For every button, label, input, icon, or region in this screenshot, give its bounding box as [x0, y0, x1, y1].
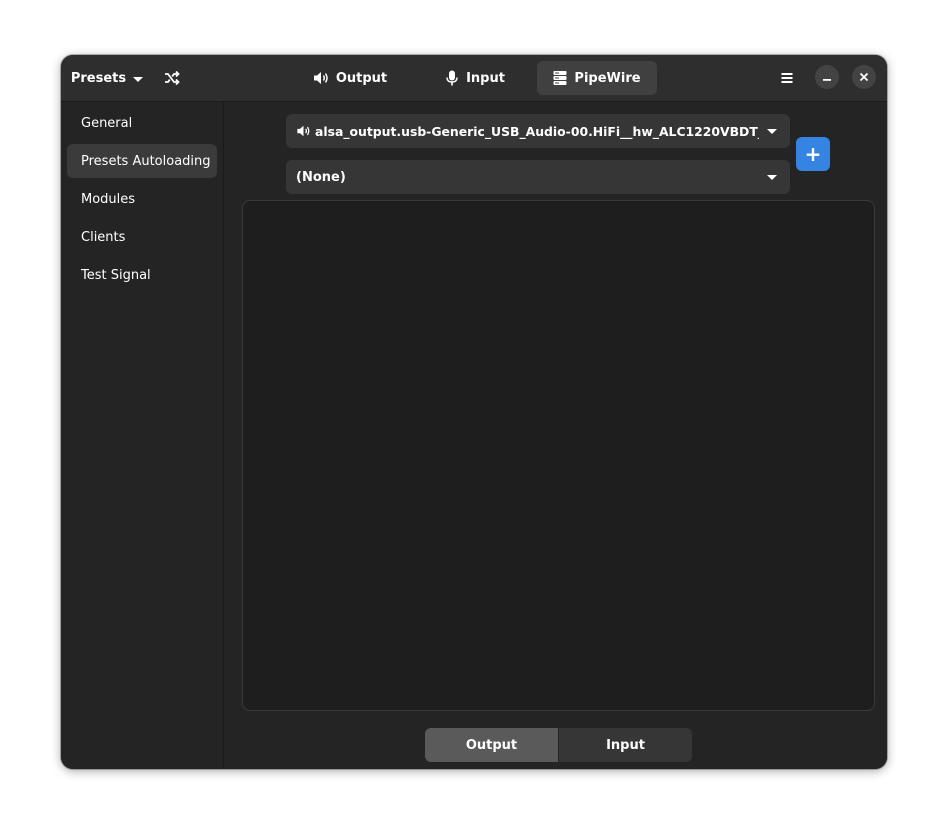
switcher-input-label: Input	[606, 737, 645, 753]
speaker-icon	[297, 125, 310, 137]
chevron-down-icon	[767, 174, 777, 180]
minimize-button[interactable]	[815, 65, 839, 89]
presets-menu-button[interactable]: Presets	[69, 62, 145, 94]
sidebar-item-modules[interactable]: Modules	[67, 182, 217, 216]
chevron-down-icon	[133, 76, 144, 82]
switcher-input-button[interactable]: Input	[559, 728, 692, 762]
sidebar-item-test-signal[interactable]: Test Signal	[67, 258, 217, 292]
presets-label: Presets	[70, 70, 127, 86]
tab-pipewire[interactable]: PipeWire	[537, 61, 657, 95]
sidebar-item-label: Presets Autoloading	[81, 153, 211, 169]
autoload-list[interactable]	[242, 200, 875, 711]
preset-dropdown-value: (None)	[296, 169, 346, 185]
sidebar-item-label: Modules	[81, 191, 136, 207]
bypass-toggle-button[interactable]	[156, 62, 188, 94]
menu-icon	[781, 73, 793, 83]
switcher-output-label: Output	[465, 737, 518, 753]
header-bar: Presets Output Input PipeWire	[61, 55, 887, 102]
tab-input-label: Input	[466, 70, 505, 86]
device-dropdown[interactable]: alsa_output.usb-Generic_USB_Audio-00.HiF…	[286, 114, 790, 148]
microphone-icon	[446, 70, 458, 86]
main-menu-button[interactable]	[773, 62, 801, 94]
tab-output-label: Output	[335, 70, 388, 86]
preset-dropdown[interactable]: (None)	[286, 160, 790, 194]
chevron-down-icon	[767, 128, 777, 134]
tab-input[interactable]: Input	[435, 62, 515, 94]
tab-output[interactable]: Output	[305, 62, 395, 94]
sidebar-item-presets-autoloading[interactable]: Presets Autoloading	[67, 144, 217, 178]
switcher-output-button[interactable]: Output	[425, 728, 558, 762]
device-type-switcher: Output Input	[425, 728, 692, 762]
sidebar-item-label: General	[81, 115, 133, 131]
sidebar-item-label: Clients	[81, 229, 126, 245]
tab-pipewire-label: PipeWire	[574, 70, 641, 86]
close-icon	[859, 72, 869, 82]
sidebar-item-label: Test Signal	[81, 267, 151, 283]
app-window: Presets Output Input PipeWire General Pr…	[61, 55, 887, 769]
minimize-icon	[823, 79, 831, 81]
add-autoload-button[interactable]: +	[796, 137, 830, 171]
close-button[interactable]	[852, 65, 876, 89]
main-content: alsa_output.usb-Generic_USB_Audio-00.HiF…	[224, 102, 887, 769]
sidebar: General Presets Autoloading Modules Clie…	[61, 102, 224, 769]
plus-icon: +	[804, 142, 822, 166]
server-icon	[553, 71, 567, 85]
sidebar-item-clients[interactable]: Clients	[67, 220, 217, 254]
sidebar-item-general[interactable]: General	[67, 106, 217, 140]
shuffle-icon	[165, 70, 180, 86]
speaker-icon	[313, 72, 328, 84]
device-dropdown-value: alsa_output.usb-Generic_USB_Audio-00.HiF…	[315, 123, 759, 139]
